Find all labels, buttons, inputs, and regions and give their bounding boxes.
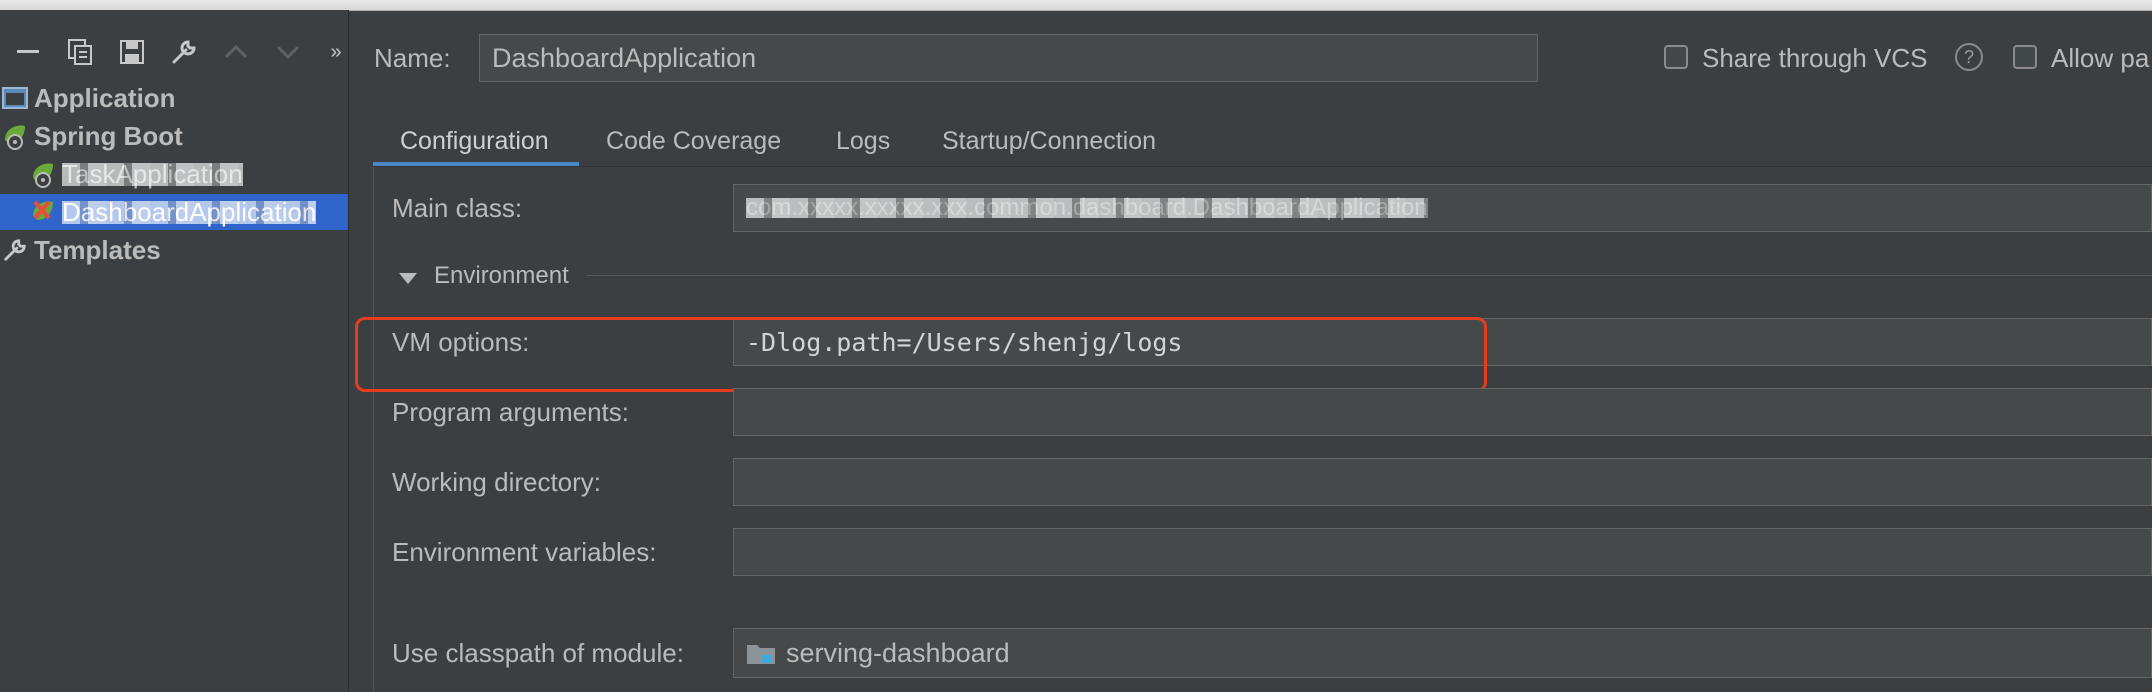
program-arguments-input[interactable] bbox=[733, 388, 2152, 436]
wrench-icon bbox=[0, 235, 30, 265]
copy-icon[interactable] bbox=[62, 32, 98, 72]
run-config-tree-panel: » Application Spring Boot TaskApplicatio… bbox=[0, 10, 349, 692]
working-directory-label: Working directory: bbox=[392, 467, 602, 497]
content-border bbox=[373, 167, 374, 692]
main-class-input[interactable]: com.xxxxx.xxxxx.xxx.common.dashboard.Das… bbox=[733, 184, 2152, 232]
name-input[interactable]: DashboardApplication bbox=[479, 34, 1538, 82]
tree-item-label: Application bbox=[34, 82, 176, 113]
environment-variables-input[interactable] bbox=[733, 528, 2152, 576]
main-class-value: com.xxxxx.xxxxx.xxx.common.dashboard.Das… bbox=[746, 194, 1428, 221]
chevron-down-icon[interactable] bbox=[399, 272, 417, 290]
arrow-down-icon[interactable] bbox=[270, 32, 306, 72]
program-arguments-label: Program arguments: bbox=[392, 397, 629, 427]
allow-parallel-checkbox[interactable] bbox=[2013, 45, 2037, 69]
tab-divider bbox=[373, 166, 2152, 167]
tree-item-label: TaskApplication bbox=[62, 158, 243, 189]
environment-variables-label: Environment variables: bbox=[392, 537, 657, 567]
spring-boot-icon bbox=[0, 121, 30, 151]
share-vcs-checkbox[interactable] bbox=[1664, 45, 1688, 69]
run-config-editor: Name: DashboardApplication Share through… bbox=[349, 10, 2152, 692]
arrow-up-icon[interactable] bbox=[218, 32, 254, 72]
environment-section-label[interactable]: Environment bbox=[434, 262, 569, 290]
application-icon bbox=[0, 83, 30, 113]
name-label: Name: bbox=[374, 43, 451, 73]
tree-item-spring-boot[interactable]: Spring Boot bbox=[0, 118, 183, 154]
section-divider bbox=[587, 275, 2152, 276]
tree-item-task-application[interactable]: TaskApplication bbox=[28, 156, 243, 192]
minus-icon[interactable] bbox=[10, 32, 46, 72]
allow-parallel-label: Allow pa bbox=[2051, 43, 2150, 73]
save-icon[interactable] bbox=[114, 32, 150, 72]
tree-item-dashboard-application[interactable]: DashboardApplication bbox=[0, 194, 348, 230]
tree-item-label: Spring Boot bbox=[34, 120, 183, 151]
help-icon[interactable]: ? bbox=[1955, 43, 1983, 71]
spring-boot-run-icon bbox=[28, 159, 58, 189]
main-class-label: Main class: bbox=[392, 193, 523, 223]
tree-item-label: Templates bbox=[34, 234, 161, 265]
wrench-icon[interactable] bbox=[166, 32, 202, 72]
working-directory-input[interactable] bbox=[733, 458, 2152, 506]
tree-toolbar: » bbox=[0, 32, 348, 72]
classpath-module-select[interactable]: serving-dashboard bbox=[733, 628, 2152, 678]
classpath-module-label: Use classpath of module: bbox=[392, 638, 684, 668]
spring-boot-error-icon bbox=[28, 197, 58, 227]
tree-item-application[interactable]: Application bbox=[0, 80, 176, 116]
highlight-box bbox=[355, 317, 1487, 392]
tree-item-templates[interactable]: Templates bbox=[0, 232, 161, 268]
share-vcs-label: Share through VCS bbox=[1702, 43, 1928, 73]
classpath-module-value: serving-dashboard bbox=[786, 637, 1010, 668]
module-folder-icon bbox=[746, 641, 776, 665]
tree-item-label: DashboardApplication bbox=[62, 196, 317, 227]
